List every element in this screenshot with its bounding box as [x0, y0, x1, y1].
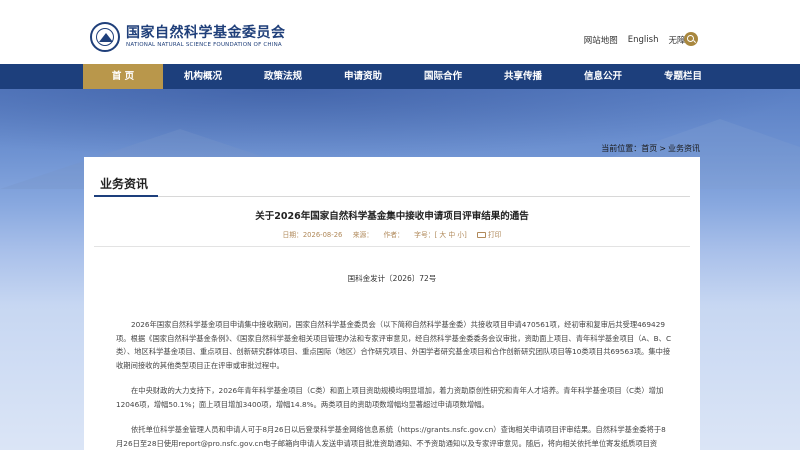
- author-label: 作者：: [383, 231, 404, 239]
- fontsize-bracket-open: [: [434, 231, 438, 239]
- site-header: 国家自然科学基金委员会 NATIONAL NATURAL SCIENCE FOU…: [0, 0, 800, 64]
- document-number: 国科金发计〔2026〕72号: [347, 274, 437, 283]
- breadcrumb-separator: >: [659, 144, 666, 153]
- logo-text: 国家自然科学基金委员会 NATIONAL NATURAL SCIENCE FOU…: [126, 25, 286, 49]
- print-button[interactable]: 打印: [488, 231, 502, 239]
- meta-divider: [94, 246, 690, 247]
- breadcrumb-current[interactable]: 业务资讯: [668, 144, 700, 153]
- fontsize-label: 字号：: [414, 231, 435, 239]
- nav-item-funding[interactable]: 申请资助: [323, 64, 403, 89]
- emblem-logo-icon: [90, 22, 120, 52]
- nav-item-disclosure[interactable]: 信息公开: [563, 64, 643, 89]
- section-divider-accent: [94, 195, 158, 197]
- breadcrumb-home[interactable]: 首页: [641, 144, 657, 153]
- nav-item-policies[interactable]: 政策法规: [243, 64, 323, 89]
- article-paragraph: 在中央财政的大力支持下，2026年青年科学基金项目（C类）和面上项目资助规模均明…: [116, 386, 664, 409]
- top-links: 网站地图 English 无障碍: [574, 34, 694, 46]
- english-link[interactable]: English: [628, 35, 659, 45]
- article-date: 2026-08-26: [302, 231, 343, 239]
- content-panel: 业务资讯 关于2026年国家自然科学基金集中接收申请项目评审结果的通告 日期：2…: [84, 157, 700, 450]
- section-title: 业务资讯: [100, 177, 149, 191]
- nav-item-sharing[interactable]: 共享传播: [483, 64, 563, 89]
- breadcrumb: 当前位置：首页 > 业务资讯: [601, 143, 700, 154]
- site-logo[interactable]: 国家自然科学基金委员会 NATIONAL NATURAL SCIENCE FOU…: [90, 22, 286, 52]
- logo-name-en: NATIONAL NATURAL SCIENCE FOUNDATION OF C…: [126, 42, 282, 48]
- fontsize-large-button[interactable]: 大: [439, 231, 446, 239]
- article-title: 关于2026年国家自然科学基金集中接收申请项目评审结果的通告: [255, 211, 529, 222]
- sitemap-link[interactable]: 网站地图: [584, 34, 618, 46]
- logo-name-cn: 国家自然科学基金委员会: [126, 25, 286, 41]
- date-label: 日期：: [282, 231, 303, 239]
- nav-item-home[interactable]: 首 页: [83, 64, 163, 89]
- article-paragraph: 依托单位科学基金管理人员和申请人可于8月26日以后登录科学基金网络信息系统（ht…: [116, 425, 666, 448]
- source-label: 来源：: [352, 231, 374, 239]
- breadcrumb-label: 当前位置：: [601, 144, 642, 153]
- fontsize-medium-button[interactable]: 中: [448, 231, 455, 239]
- search-icon[interactable]: [684, 32, 698, 46]
- fontsize-bracket-close: ]: [464, 231, 467, 239]
- main-nav: 首 页 机构概况 政策法规 申请资助 国际合作 共享传播 信息公开 专题栏目: [0, 64, 800, 89]
- article-paragraph: 2026年国家自然科学基金项目申请集中接收期间，国家自然科学基金委员会（以下简称…: [116, 320, 672, 370]
- nav-item-topics[interactable]: 专题栏目: [643, 64, 723, 89]
- section-divider: [94, 196, 690, 197]
- article-meta: 日期：2026-08-26 来源： 作者： 字号：[ 大 中 小] 打印: [84, 229, 700, 239]
- nav-item-about[interactable]: 机构概况: [163, 64, 243, 89]
- nav-item-international[interactable]: 国际合作: [403, 64, 483, 89]
- print-icon[interactable]: [476, 232, 486, 238]
